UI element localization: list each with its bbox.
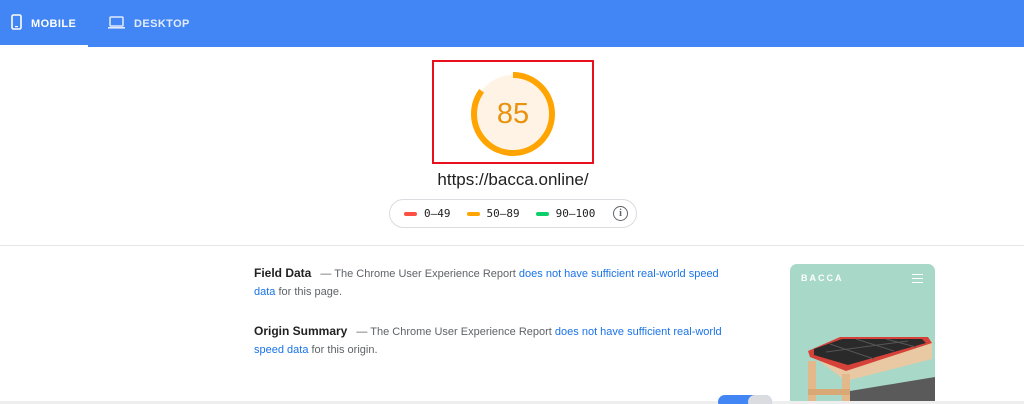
smartphone-icon xyxy=(11,14,22,33)
page-screenshot-thumbnail: BACCA xyxy=(790,264,935,404)
tab-desktop-label: DESKTOP xyxy=(134,17,190,30)
hamburger-menu-icon xyxy=(912,274,923,286)
legend-range-fail: 0–49 xyxy=(424,207,451,220)
origin-summary-title: Origin Summary xyxy=(254,324,348,338)
field-data-prefix: — The Chrome User Experience Report xyxy=(320,268,519,280)
active-tab-indicator xyxy=(0,45,88,47)
score-legend: 0–49 50–89 90–100 i xyxy=(389,199,637,228)
legend-swatch-green xyxy=(535,211,549,216)
origin-summary-suffix: for this origin. xyxy=(308,344,378,356)
origin-summary-section: Origin Summary — The Chrome User Experie… xyxy=(254,322,729,359)
field-data-title: Field Data xyxy=(254,266,312,280)
info-icon[interactable]: i xyxy=(613,206,628,221)
performance-score-gauge: 85 xyxy=(469,70,557,158)
origin-summary-prefix: — The Chrome User Experience Report xyxy=(356,326,555,338)
product-image xyxy=(808,337,935,404)
field-data-suffix: for this page. xyxy=(275,286,343,298)
laptop-icon xyxy=(108,15,125,32)
tab-mobile[interactable]: MOBILE xyxy=(0,0,88,47)
legend-swatch-red xyxy=(404,211,417,216)
section-divider xyxy=(0,245,1024,246)
thumbnail-brand-logo: BACCA xyxy=(801,273,844,283)
legend-item-average: 50–89 xyxy=(466,207,520,220)
legend-swatch-orange xyxy=(466,211,480,216)
field-data-section: Field Data — The Chrome User Experience … xyxy=(254,264,729,301)
tested-url: https://bacca.online/ xyxy=(437,170,589,189)
performance-score-value: 85 xyxy=(496,97,530,130)
legend-range-average: 50–89 xyxy=(486,207,520,220)
legend-range-pass: 90–100 xyxy=(555,207,596,220)
legend-item-pass: 90–100 xyxy=(535,207,596,220)
tab-mobile-label: MOBILE xyxy=(31,17,77,30)
report-tab-bar: MOBILE DESKTOP xyxy=(0,0,1024,47)
view-toggle-switch[interactable] xyxy=(718,395,772,404)
legend-item-fail: 0–49 xyxy=(404,207,451,220)
view-toggle-knob xyxy=(748,395,772,404)
tab-desktop[interactable]: DESKTOP xyxy=(100,0,190,47)
